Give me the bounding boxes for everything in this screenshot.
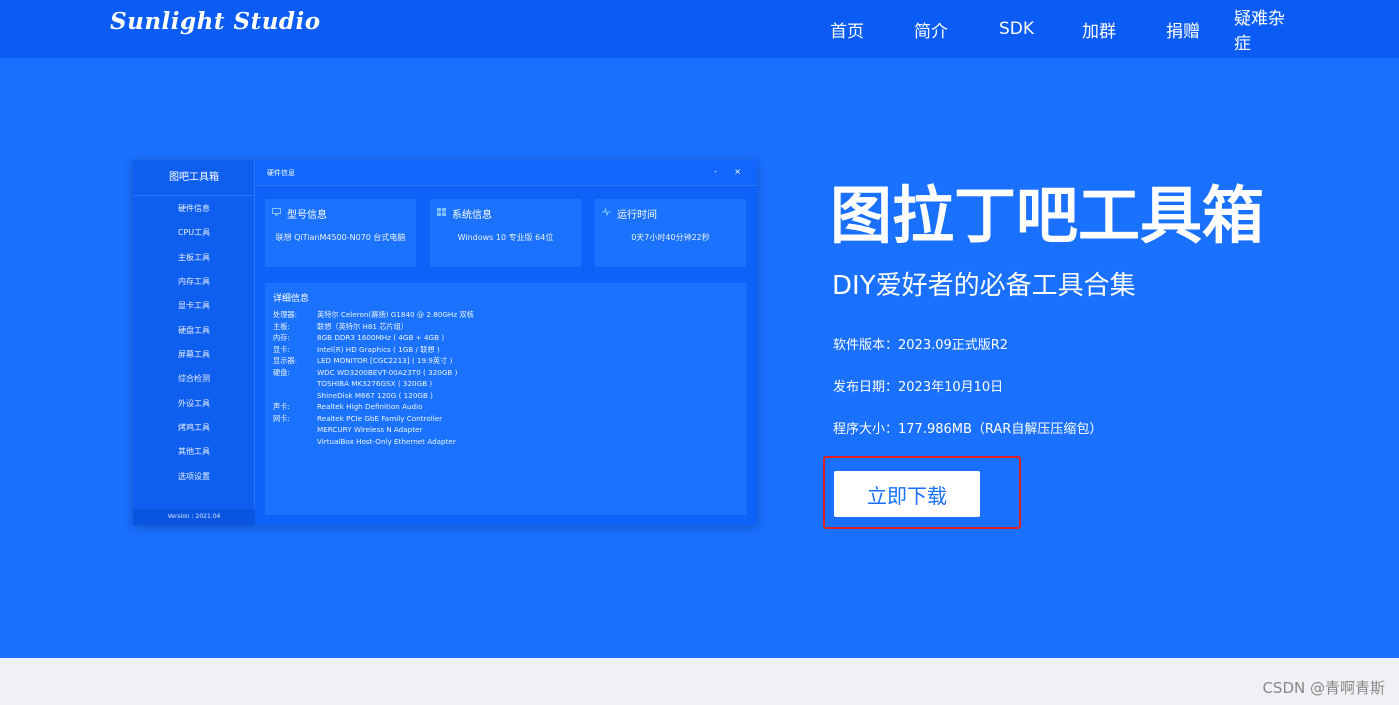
app-window-title: 硬件信息 [267, 169, 295, 177]
app-sidebar: 图吧工具箱 硬件信息 CPU工具 主板工具 内存工具 显卡工具 硬盘工具 屏幕工… [133, 160, 255, 525]
detail-value: Realtek PCIe GbE Family Controller [317, 414, 443, 423]
detail-value: 8GB DDR3 1600MHz ( 4GB + 4GB ) [317, 333, 445, 342]
nav-join-group[interactable]: 加群 [1082, 17, 1116, 42]
nav-donate[interactable]: 捐赠 [1166, 17, 1200, 42]
detail-key: 声卡: [273, 402, 290, 411]
close-icon: × [734, 167, 741, 176]
card-value: Windows 10 专业版 64位 [457, 233, 554, 242]
app-sidebar-item: 显卡工具 [178, 301, 210, 310]
detail-key: 硬盘: [273, 368, 290, 377]
detail-value: ShineDisk M667 120G ( 120GB ) [317, 391, 433, 400]
app-sidebar-item: 主板工具 [178, 253, 210, 262]
nav-faq[interactable]: 疑难杂症 [1234, 4, 1300, 54]
detail-title: 详细信息 [273, 294, 310, 304]
detail-key: 网卡: [273, 414, 290, 423]
download-button[interactable]: 立即下载 [834, 471, 980, 517]
detail-panel: 详细信息 处理器: 英特尔 Celeron(赛扬) G1840 @ 2.80GHz… [265, 283, 747, 515]
app-sidebar-item: 选项设置 [178, 472, 210, 481]
app-sidebar-item: CPU工具 [177, 228, 211, 237]
detail-key: 处理器: [273, 310, 297, 319]
product-title: 图拉丁吧工具箱 [830, 179, 1265, 252]
detail-key: 显卡: [273, 345, 290, 354]
uptime-card: 运行时间 0天7小时40分钟22秒 [595, 199, 746, 267]
nav-intro[interactable]: 简介 [914, 17, 948, 42]
detail-value: Intel(R) HD Graphics ( 1GB / 联想 ) [317, 345, 440, 354]
app-sidebar-title: 图吧工具箱 [133, 160, 255, 196]
app-sidebar-item: 内存工具 [178, 277, 210, 286]
windows-icon [437, 208, 446, 216]
card-title: 系统信息 [452, 210, 492, 221]
app-main-panel: 硬件信息 - × 型号信息 联想 QiTianM4500-N070 台式电脑 系… [257, 160, 757, 525]
app-sidebar-item: 综合检测 [178, 374, 210, 383]
logo[interactable]: Sunlight Studio [110, 8, 321, 35]
nav-home[interactable]: 首页 [830, 17, 864, 42]
detail-value: 英特尔 Celeron(赛扬) G1840 @ 2.80GHz 双核 [317, 310, 474, 319]
header: Sunlight Studio 首页 简介 SDK 加群 捐赠 疑难杂症 [0, 0, 1399, 58]
app-sidebar-item: 外设工具 [178, 399, 210, 408]
pulse-icon [602, 208, 611, 216]
card-title: 型号信息 [287, 210, 327, 221]
watermark: CSDN @青啊青斯 [1262, 679, 1385, 697]
app-sidebar-item: 屏幕工具 [178, 350, 210, 359]
card-value: 0天7小时40分钟22秒 [631, 233, 710, 242]
app-version: Version : 2021.04 [133, 509, 255, 525]
monitor-icon [272, 208, 281, 216]
detail-key: 显示器: [273, 356, 297, 365]
detail-value: LED MONITOR [CGC2213] ( 19.9英寸 ) [317, 356, 453, 365]
app-sidebar-item: 其他工具 [178, 447, 210, 456]
detail-key: 内存: [273, 333, 290, 342]
release-date: 发布日期：2023年10月10日 [833, 380, 1004, 395]
nav-sdk[interactable]: SDK [999, 19, 1034, 39]
model-info-card: 型号信息 联想 QiTianM4500-N070 台式电脑 [265, 199, 416, 267]
detail-value: TOSHIBA MK3276GSX ( 320GB ) [317, 379, 433, 388]
detail-value: WDC WD3200BEVT-00A23T0 ( 320GB ) [317, 368, 458, 377]
card-value: 联想 QiTianM4500-N070 台式电脑 [275, 233, 406, 242]
card-title: 运行时间 [617, 210, 657, 221]
program-size: 程序大小：177.986MB（RAR自解压压缩包） [833, 422, 1103, 437]
detail-key: 主板: [273, 322, 290, 331]
detail-value: VirtualBox Host-Only Ethernet Adapter [317, 437, 456, 446]
app-sidebar-item: 烤鸡工具 [178, 423, 210, 432]
detail-value: 联想（英特尔 H81 芯片组） [317, 322, 408, 331]
app-sidebar-item: 硬盘工具 [178, 326, 210, 335]
software-version: 软件版本：2023.09正式版R2 [833, 338, 1009, 353]
detail-value: Realtek High Definition Audio [317, 402, 423, 411]
detail-value: MERCURY Wireless N Adapter [317, 425, 423, 434]
app-titlebar: 硬件信息 - × [257, 160, 757, 186]
system-info-card: 系统信息 Windows 10 专业版 64位 [430, 199, 581, 267]
app-sidebar-item: 硬件信息 [178, 204, 210, 213]
minimize-icon: - [714, 167, 717, 176]
app-screenshot: 图吧工具箱 硬件信息 CPU工具 主板工具 内存工具 显卡工具 硬盘工具 屏幕工… [133, 160, 757, 525]
product-subtitle: DIY爱好者的必备工具合集 [832, 271, 1136, 301]
